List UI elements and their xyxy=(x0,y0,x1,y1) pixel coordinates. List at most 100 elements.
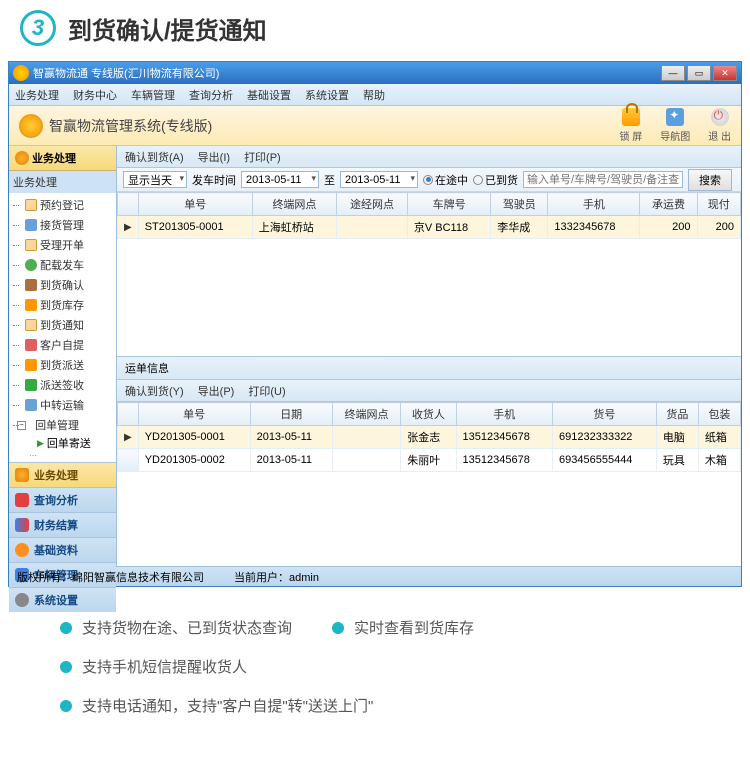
close-button[interactable]: ✕ xyxy=(713,65,737,81)
doc-icon xyxy=(25,219,37,231)
menu-vehicle[interactable]: 车辆管理 xyxy=(131,87,175,103)
print-button-2[interactable]: 打印(U) xyxy=(248,383,285,399)
tree-notify[interactable]: 到货通知 xyxy=(9,315,116,335)
row-indicator xyxy=(118,449,139,472)
row-selector-header xyxy=(118,193,139,216)
date-to-input[interactable]: 2013-05-11 xyxy=(340,171,418,188)
to-label: 至 xyxy=(324,172,335,188)
lock-button[interactable]: 锁 屏 xyxy=(619,108,642,143)
tree: 预约登记 接货管理 受理开单 配载发车 到货确认 到货库存 到货通知 客户自提 … xyxy=(9,193,116,462)
row-selector-header xyxy=(118,403,139,426)
menu-business[interactable]: 业务处理 xyxy=(15,87,59,103)
search-button[interactable]: 搜索 xyxy=(688,169,732,191)
settings-icon xyxy=(15,593,29,607)
tree-sign[interactable]: 派送签收 xyxy=(9,375,116,395)
col-no[interactable]: 单号 xyxy=(138,403,250,426)
radio-dot-icon xyxy=(473,175,483,185)
col-cargo-no[interactable]: 货号 xyxy=(553,403,657,426)
radio-in-transit[interactable]: 在途中 xyxy=(423,172,468,188)
tree-pickup[interactable]: 客户自提 xyxy=(9,335,116,355)
menu-system[interactable]: 系统设置 xyxy=(305,87,349,103)
nav-base[interactable]: 基础资料 xyxy=(9,537,116,562)
sidebar-header: 业务处理 xyxy=(9,146,116,171)
maximize-button[interactable]: ▭ xyxy=(687,65,711,81)
col-fee[interactable]: 承运费 xyxy=(640,193,697,216)
shipment-grid: 单号 终端网点 途经网点 车牌号 驾驶员 手机 承运费 现付 ▶ ST20130… xyxy=(117,192,741,239)
step-badge: 3 xyxy=(20,10,56,46)
tree-transfer[interactable]: 中转运输 xyxy=(9,395,116,415)
tree-order[interactable]: 受理开单 xyxy=(9,235,116,255)
data-icon xyxy=(15,543,29,557)
table-row[interactable]: ▶ ST201305-0001 上海虹桥站 京V BC118 李华成 13323… xyxy=(118,216,741,239)
lock-icon xyxy=(622,108,640,126)
exit-button[interactable]: 退 出 xyxy=(708,108,731,143)
confirm-arrival-button[interactable]: 确认到货(A) xyxy=(125,149,184,165)
statusbar: 版权所有：绵阳智赢信息技术有限公司 当前用户：admin xyxy=(9,566,741,586)
tree-delivery[interactable]: 到货派送 xyxy=(9,355,116,375)
tree-receipt-mgmt[interactable]: − 回单管理 xyxy=(9,415,116,435)
col-no[interactable]: 单号 xyxy=(138,193,252,216)
gear-icon xyxy=(15,151,29,165)
app-icon xyxy=(13,65,29,81)
menu-help[interactable]: 帮助 xyxy=(363,87,385,103)
col-recv[interactable]: 收货人 xyxy=(401,403,456,426)
menu-base[interactable]: 基础设置 xyxy=(247,87,291,103)
nav-query[interactable]: 查询分析 xyxy=(9,487,116,512)
menu-query[interactable]: 查询分析 xyxy=(189,87,233,103)
col-phone[interactable]: 手机 xyxy=(456,403,552,426)
tree-dispatch[interactable]: 配载发车 xyxy=(9,255,116,275)
gear-icon xyxy=(15,468,29,482)
table-row[interactable]: YD201305-0002 2013-05-11 朱丽叶 13512345678… xyxy=(118,449,741,472)
table-row[interactable]: ▶ YD201305-0001 2013-05-11 张金志 135123456… xyxy=(118,426,741,449)
sign-icon xyxy=(25,379,37,391)
brand: 智赢物流管理系统(专线版) xyxy=(19,114,212,138)
show-today-combo[interactable]: 显示当天 xyxy=(123,171,187,188)
tree-receipt-send[interactable]: ▶回单寄送 xyxy=(9,435,116,451)
search-icon xyxy=(15,493,29,507)
waybill-grid: 单号 日期 终端网点 收货人 手机 货号 货品 包装 ▶ YD201305-00… xyxy=(117,402,741,472)
current-user: 当前用户：admin xyxy=(234,569,319,585)
brand-icon xyxy=(19,114,43,138)
minimize-button[interactable]: — xyxy=(661,65,685,81)
col-pay[interactable]: 现付 xyxy=(697,193,741,216)
tree-more: ⋯ xyxy=(9,451,116,460)
date-from-input[interactable]: 2013-05-11 xyxy=(241,171,319,188)
tree-receive[interactable]: 接货管理 xyxy=(9,215,116,235)
nav-system[interactable]: 系统设置 xyxy=(9,587,116,612)
col-terminal[interactable]: 终端网点 xyxy=(332,403,400,426)
tree-reservation[interactable]: 预约登记 xyxy=(9,195,116,215)
collapse-icon[interactable]: − xyxy=(17,421,26,430)
print-button[interactable]: 打印(P) xyxy=(244,149,281,165)
check-icon xyxy=(25,259,37,271)
nav-finance[interactable]: 财务结算 xyxy=(9,512,116,537)
feature-item: 支持手机短信提醒收货人 xyxy=(60,656,247,677)
nav-button[interactable]: 导航图 xyxy=(660,108,690,143)
col-pack[interactable]: 包装 xyxy=(698,403,740,426)
confirm-arrival-button-2[interactable]: 确认到货(Y) xyxy=(125,383,184,399)
col-plate[interactable]: 车牌号 xyxy=(407,193,490,216)
box-icon xyxy=(25,279,37,291)
brand-text: 智赢物流管理系统(专线版) xyxy=(49,116,212,136)
copyright: 版权所有：绵阳智赢信息技术有限公司 xyxy=(17,569,204,585)
truck-icon xyxy=(25,359,37,371)
export-button[interactable]: 导出(I) xyxy=(198,149,230,165)
calendar-icon xyxy=(25,339,37,351)
toolbar-bottom: 确认到货(Y) 导出(P) 打印(U) xyxy=(117,380,741,402)
col-phone[interactable]: 手机 xyxy=(548,193,640,216)
col-terminal[interactable]: 终端网点 xyxy=(252,193,336,216)
col-goods[interactable]: 货品 xyxy=(656,403,698,426)
menu-finance[interactable]: 财务中心 xyxy=(73,87,117,103)
tree-inventory[interactable]: 到货库存 xyxy=(9,295,116,315)
col-driver[interactable]: 驾驶员 xyxy=(491,193,548,216)
window-title: 智赢物流通 专线版(汇川物流有限公司) xyxy=(33,65,661,81)
box-icon xyxy=(25,299,37,311)
transfer-icon xyxy=(25,399,37,411)
radio-arrived[interactable]: 已到货 xyxy=(473,172,518,188)
search-input[interactable] xyxy=(523,171,683,188)
radio-dot-icon xyxy=(423,175,433,185)
col-via[interactable]: 途经网点 xyxy=(337,193,408,216)
nav-business[interactable]: 业务处理 xyxy=(9,462,116,487)
export-button-2[interactable]: 导出(P) xyxy=(198,383,235,399)
tree-arrive-confirm[interactable]: 到货确认 xyxy=(9,275,116,295)
col-date[interactable]: 日期 xyxy=(250,403,332,426)
